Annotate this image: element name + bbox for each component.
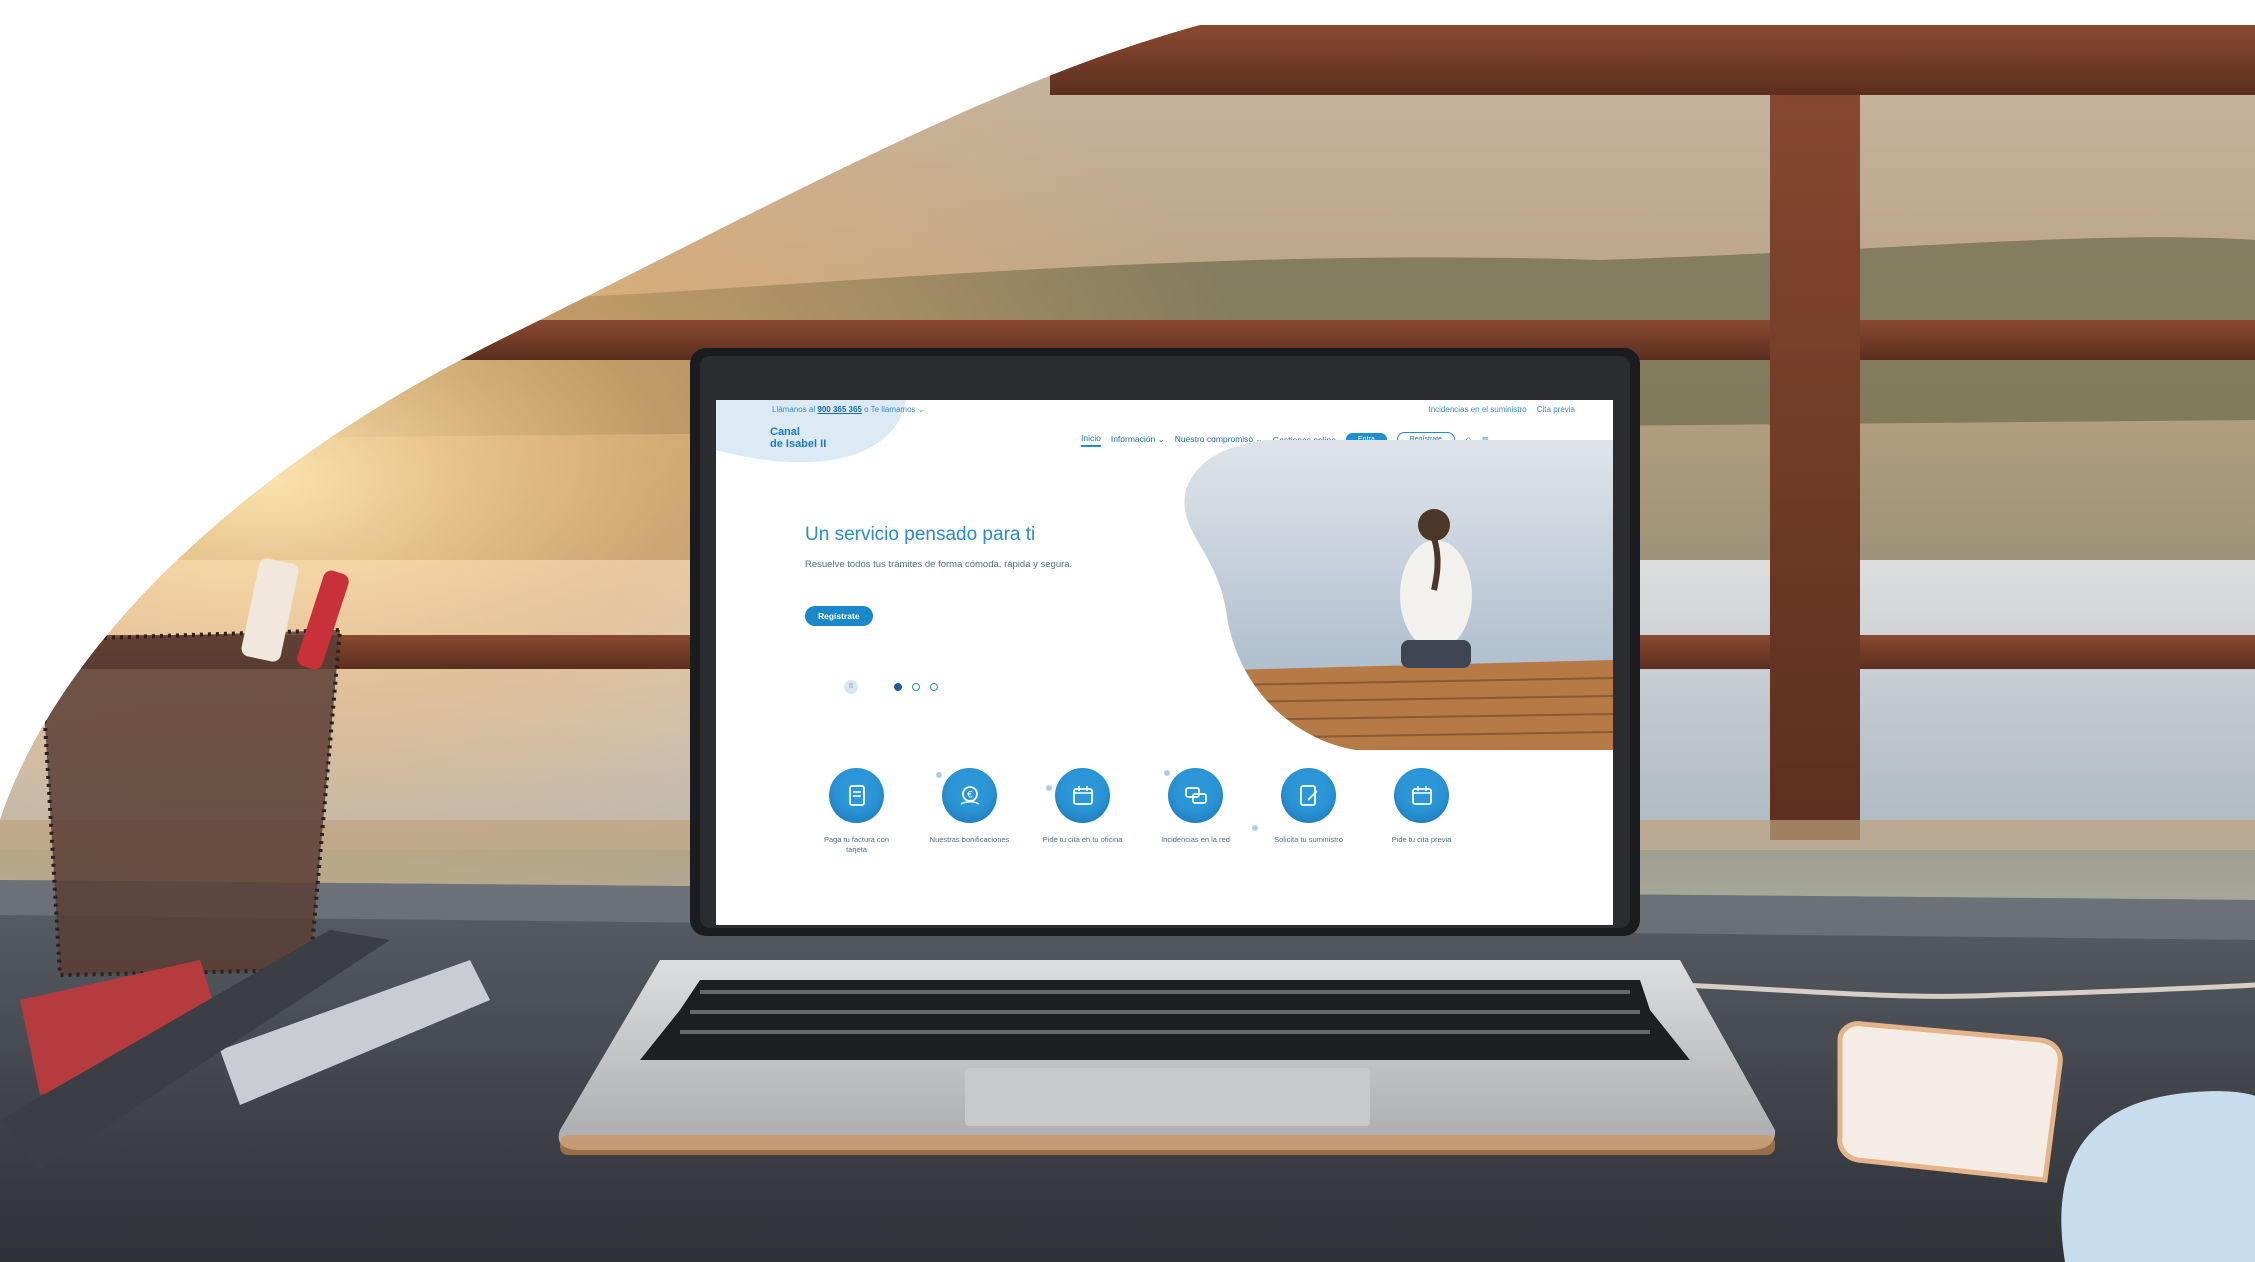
svg-text:€: € [967, 790, 973, 800]
service-label: Pide tu cita en tu oficina [1042, 835, 1123, 844]
calendar-icon [1394, 768, 1449, 823]
carousel-dots [894, 683, 938, 691]
logo-line2: de Isabel II [770, 438, 827, 450]
carousel-dot-3[interactable] [930, 683, 938, 691]
services-row: Paga tu factura con tarjeta € Nuestras b… [800, 768, 1478, 855]
service-office-appointment[interactable]: Pide tu cita en tu oficina [1026, 768, 1139, 855]
service-label: Pide tu cita previa [1391, 835, 1452, 844]
hero-register-button[interactable]: Regístrate [805, 606, 873, 626]
topbar-links: Incidencias en el suministro Cita previa [1428, 405, 1575, 414]
form-icon [1281, 768, 1336, 823]
service-label: Paga tu factura con tarjeta [823, 835, 890, 854]
logo-line1: Canal [770, 426, 800, 438]
pause-icon[interactable]: II [844, 680, 858, 694]
service-bonuses[interactable]: € Nuestras bonificaciones [913, 768, 1026, 855]
photo-scene: Llámanos al 900 365 365 o Te llamamos ⌄ … [0, 0, 2255, 1262]
phone-link[interactable]: 900 365 365 [817, 405, 862, 414]
calendar-icon [1055, 768, 1110, 823]
laptop-screen: Llámanos al 900 365 365 o Te llamamos ⌄ … [716, 400, 1613, 925]
call-back-link[interactable]: o Te llamamos [864, 405, 915, 414]
service-label: Nuestras bonificaciones [929, 835, 1010, 844]
euro-hand-icon: € [942, 768, 997, 823]
call-prefix: Llámanos al [772, 405, 816, 414]
carousel-dot-2[interactable] [912, 683, 920, 691]
topbar-call: Llámanos al 900 365 365 o Te llamamos ⌄ [772, 405, 924, 414]
hero-text: Resuelve todos tus trámites de forma cóm… [805, 559, 1073, 570]
service-label: Solicita tu suministro [1274, 835, 1343, 844]
service-pay-invoice[interactable]: Paga tu factura con tarjeta [800, 768, 913, 855]
carousel-dot-1[interactable] [894, 683, 902, 691]
incidents-link[interactable]: Incidencias en el suministro [1428, 405, 1526, 414]
invoice-icon [829, 768, 884, 823]
hero-image [1184, 440, 1613, 750]
service-label: Incidencias en la red [1161, 835, 1230, 844]
chat-icon [1168, 768, 1223, 823]
appointment-link[interactable]: Cita previa [1537, 405, 1575, 414]
canal-logo[interactable]: Canal de Isabel II [770, 426, 826, 450]
chevron-down-icon: ⌄ [917, 405, 925, 414]
hero-title: Un servicio pensado para ti [805, 524, 1036, 545]
service-request-supply[interactable]: Solicita tu suministro [1252, 768, 1365, 855]
service-network-incidents[interactable]: Incidencias en la red [1139, 768, 1252, 855]
service-appointment[interactable]: Pide tu cita previa [1365, 768, 1478, 855]
nav-item-inicio[interactable]: Inicio [1081, 433, 1101, 447]
